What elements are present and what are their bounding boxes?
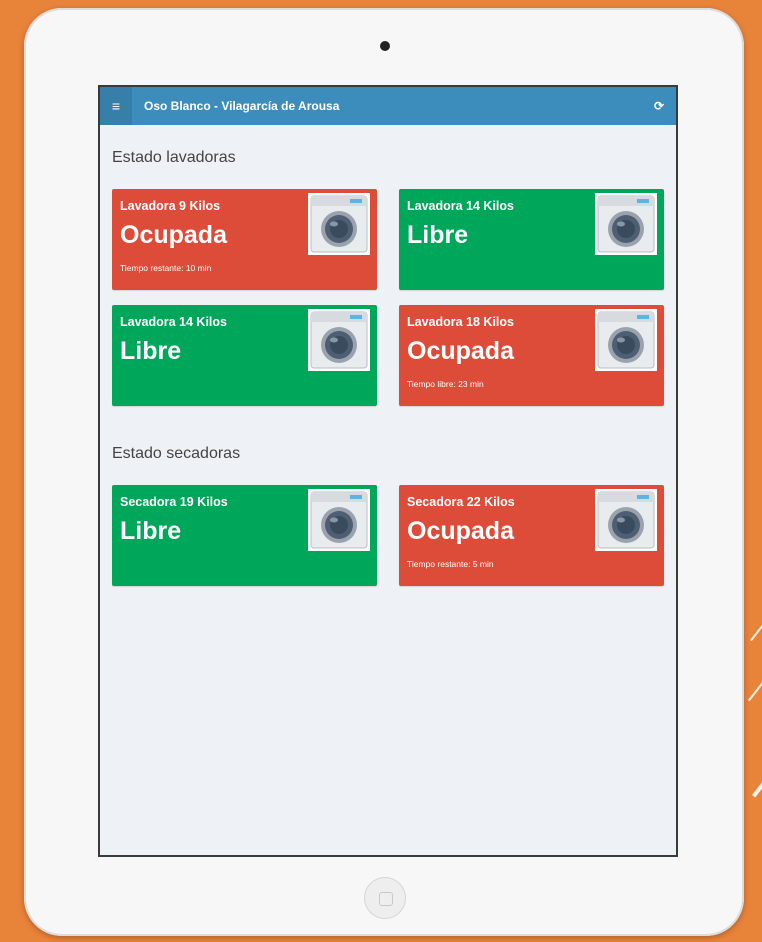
- tablet-frame: ≡ Oso Blanco - Vilagarcía de Arousa ⟳ Es…: [24, 8, 744, 936]
- washing-machine-icon: [595, 309, 657, 371]
- dryers-section-title: Estado secadoras: [112, 445, 241, 462]
- machine-name: Lavadora 14 Kilos: [120, 315, 227, 329]
- decorative-line: [752, 747, 762, 798]
- decorative-line: [748, 652, 762, 702]
- machine-name: Lavadora 9 Kilos: [120, 199, 221, 213]
- app-screen: ≡ Oso Blanco - Vilagarcía de Arousa ⟳ Es…: [98, 85, 678, 857]
- menu-icon: ≡: [111, 98, 121, 114]
- machine-status: Libre: [120, 517, 182, 545]
- washing-machine-icon: [308, 193, 370, 255]
- washer-card-2[interactable]: Lavadora 14 Kilos Libre: [112, 305, 377, 406]
- washer-card-1[interactable]: Lavadora 14 Kilos Libre: [399, 189, 664, 290]
- machine-status: Libre: [120, 337, 182, 365]
- machine-time: Tiempo restante: 5 min: [407, 559, 494, 569]
- machine-time: Tiempo restante: 10 min: [120, 263, 212, 273]
- washing-machine-icon: [308, 309, 370, 371]
- washing-machine-icon: [308, 489, 370, 551]
- app-title: Oso Blanco - Vilagarcía de Arousa: [144, 99, 340, 113]
- top-navbar: ≡ Oso Blanco - Vilagarcía de Arousa ⟳: [100, 87, 676, 125]
- machine-status: Ocupada: [120, 221, 227, 249]
- machine-name: Secadora 22 Kilos: [407, 495, 515, 509]
- washing-machine-icon: [595, 489, 657, 551]
- machine-time: Tiempo libre: 23 min: [407, 379, 484, 389]
- machine-status: Ocupada: [407, 337, 514, 365]
- menu-button[interactable]: ≡: [100, 87, 132, 125]
- washers-section-title: Estado lavadoras: [112, 149, 236, 166]
- machine-status: Ocupada: [407, 517, 514, 545]
- camera-icon: [380, 41, 390, 51]
- home-icon: [379, 892, 393, 906]
- refresh-icon[interactable]: ⟳: [654, 87, 664, 125]
- dryer-card-0[interactable]: Secadora 19 Kilos Libre: [112, 485, 377, 586]
- washing-machine-icon: [595, 193, 657, 255]
- machine-name: Secadora 19 Kilos: [120, 495, 228, 509]
- dryer-card-1[interactable]: Secadora 22 Kilos Ocupada Tiempo restant…: [399, 485, 664, 586]
- decorative-line: [750, 592, 762, 642]
- home-button[interactable]: [364, 877, 406, 919]
- machine-name: Lavadora 14 Kilos: [407, 199, 514, 213]
- machine-status: Libre: [407, 221, 469, 249]
- washer-card-0[interactable]: Lavadora 9 Kilos Ocupada Tiempo restante…: [112, 189, 377, 290]
- machine-name: Lavadora 18 Kilos: [407, 315, 514, 329]
- washer-card-3[interactable]: Lavadora 18 Kilos Ocupada Tiempo libre: …: [399, 305, 664, 406]
